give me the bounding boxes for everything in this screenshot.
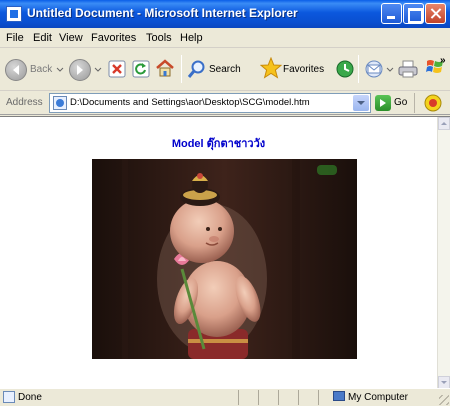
toolbar-separator bbox=[181, 55, 182, 83]
search-label[interactable]: Search bbox=[209, 64, 241, 75]
go-arrow-icon[interactable] bbox=[375, 95, 391, 111]
browser-window: Untitled Document - Microsoft Internet E… bbox=[0, 0, 450, 406]
menu-help[interactable]: Help bbox=[180, 32, 203, 44]
menu-bar: File Edit View Favorites Tools Help bbox=[0, 28, 450, 73]
print-icon[interactable] bbox=[397, 59, 419, 79]
doll-image bbox=[92, 159, 357, 359]
my-computer-icon bbox=[333, 391, 345, 401]
forward-icon[interactable] bbox=[69, 59, 91, 81]
window-title: Untitled Document - Microsoft Internet E… bbox=[27, 6, 298, 20]
stop-icon[interactable] bbox=[108, 60, 126, 78]
security-zone: My Computer bbox=[348, 392, 409, 403]
doll-photo bbox=[92, 159, 357, 359]
forward-dropdown-icon[interactable] bbox=[94, 67, 102, 73]
mail-dropdown-icon[interactable] bbox=[386, 67, 394, 73]
menu-file[interactable]: File bbox=[6, 32, 24, 44]
page-done-icon bbox=[3, 391, 15, 403]
go-button[interactable]: Go bbox=[394, 97, 407, 108]
title-bar[interactable]: Untitled Document - Microsoft Internet E… bbox=[0, 0, 450, 28]
page-icon bbox=[53, 96, 67, 110]
search-icon[interactable] bbox=[187, 59, 207, 79]
back-icon[interactable] bbox=[5, 59, 27, 81]
menu-view[interactable]: View bbox=[59, 32, 83, 44]
menu-tools[interactable]: Tools bbox=[146, 32, 172, 44]
standard-toolbar: Back Search Favorites » bbox=[0, 49, 450, 91]
home-icon[interactable] bbox=[155, 58, 175, 78]
status-pane bbox=[318, 390, 319, 405]
refresh-icon[interactable] bbox=[132, 60, 150, 78]
maximize-button[interactable] bbox=[403, 3, 424, 24]
address-value[interactable]: D:\Documents and Settings\aor\Desktop\SC… bbox=[70, 97, 310, 108]
vertical-scrollbar[interactable] bbox=[437, 117, 450, 389]
menu-favorites[interactable]: Favorites bbox=[91, 32, 136, 44]
ie-page-icon bbox=[6, 6, 22, 22]
mail-icon[interactable] bbox=[363, 59, 385, 79]
resize-grip[interactable] bbox=[439, 395, 449, 405]
back-dropdown-icon[interactable] bbox=[56, 67, 64, 73]
status-bar: Done My Computer bbox=[0, 388, 450, 406]
history-icon[interactable] bbox=[335, 59, 355, 79]
favorites-star-icon[interactable] bbox=[260, 57, 282, 79]
toolbar-overflow-icon[interactable]: » bbox=[440, 55, 446, 66]
address-dropdown-icon[interactable] bbox=[353, 95, 369, 111]
favorites-label[interactable]: Favorites bbox=[283, 64, 324, 75]
minimize-button[interactable] bbox=[381, 3, 402, 24]
status-pane bbox=[278, 390, 279, 405]
status-pane bbox=[238, 390, 239, 405]
address-separator bbox=[414, 93, 415, 113]
norton-icon[interactable] bbox=[422, 93, 444, 113]
back-label[interactable]: Back bbox=[30, 64, 52, 75]
page-heading: Model ตุ๊กตาชาววัง bbox=[171, 138, 266, 150]
address-bar: Address D:\Documents and Settings\aor\De… bbox=[0, 91, 450, 115]
menu-edit[interactable]: Edit bbox=[33, 32, 52, 44]
close-button[interactable] bbox=[425, 3, 446, 24]
status-pane bbox=[258, 390, 259, 405]
scroll-up-icon[interactable] bbox=[438, 117, 450, 130]
page-content[interactable]: Model ตุ๊กตาชาววัง bbox=[0, 116, 450, 389]
toolbar-separator bbox=[358, 55, 359, 83]
address-input[interactable]: D:\Documents and Settings\aor\Desktop\SC… bbox=[49, 93, 371, 113]
status-pane bbox=[298, 390, 299, 405]
address-label: Address bbox=[6, 97, 43, 108]
status-text: Done bbox=[18, 392, 42, 403]
